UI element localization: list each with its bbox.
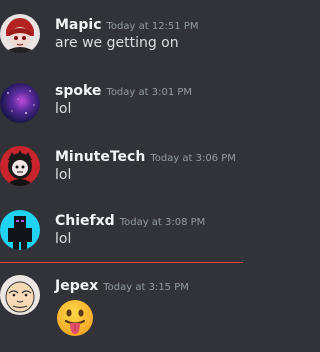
message-header: Jepex Today at 3:15 PM bbox=[55, 275, 189, 298]
timestamp: Today at 12:51 PM bbox=[106, 21, 199, 32]
message-text: are we getting on bbox=[55, 35, 179, 51]
message-text: lol bbox=[55, 167, 72, 183]
message-header: Chiefxd Today at 3:08 PM bbox=[55, 210, 205, 233]
username[interactable]: Jepex bbox=[55, 278, 98, 294]
chiefxd-avatar-image bbox=[0, 210, 40, 250]
tongue-out-face-emoji-icon[interactable] bbox=[55, 298, 95, 338]
avatar[interactable] bbox=[0, 83, 40, 123]
chat-messages: Mapic Today at 12:51 PM are we getting on bbox=[0, 0, 243, 352]
message-header: spoke Today at 3:01 PM bbox=[55, 80, 192, 103]
username[interactable]: spoke bbox=[55, 83, 101, 99]
avatar[interactable] bbox=[0, 210, 40, 250]
message-text: lol bbox=[55, 101, 72, 117]
message-text: lol bbox=[55, 231, 72, 247]
avatar[interactable] bbox=[0, 14, 40, 54]
timestamp: Today at 3:06 PM bbox=[150, 153, 236, 164]
avatar[interactable] bbox=[0, 146, 40, 186]
username[interactable]: Mapic bbox=[55, 17, 102, 33]
spoke-avatar-image bbox=[0, 83, 40, 123]
jepex-avatar-image bbox=[0, 275, 40, 315]
timestamp: Today at 3:08 PM bbox=[119, 217, 206, 228]
avatar[interactable] bbox=[0, 275, 40, 315]
username[interactable]: MinuteTech bbox=[55, 149, 145, 165]
timestamp: Today at 3:01 PM bbox=[106, 87, 193, 98]
message-header: MinuteTech Today at 3:06 PM bbox=[55, 146, 236, 169]
mapic-avatar-image bbox=[0, 14, 40, 54]
new-messages-divider bbox=[0, 262, 243, 263]
tongue-out-face-emoji-image bbox=[57, 300, 93, 336]
timestamp: Today at 3:15 PM bbox=[103, 282, 189, 293]
minutetech-avatar-image bbox=[0, 146, 40, 186]
username[interactable]: Chiefxd bbox=[55, 213, 115, 229]
